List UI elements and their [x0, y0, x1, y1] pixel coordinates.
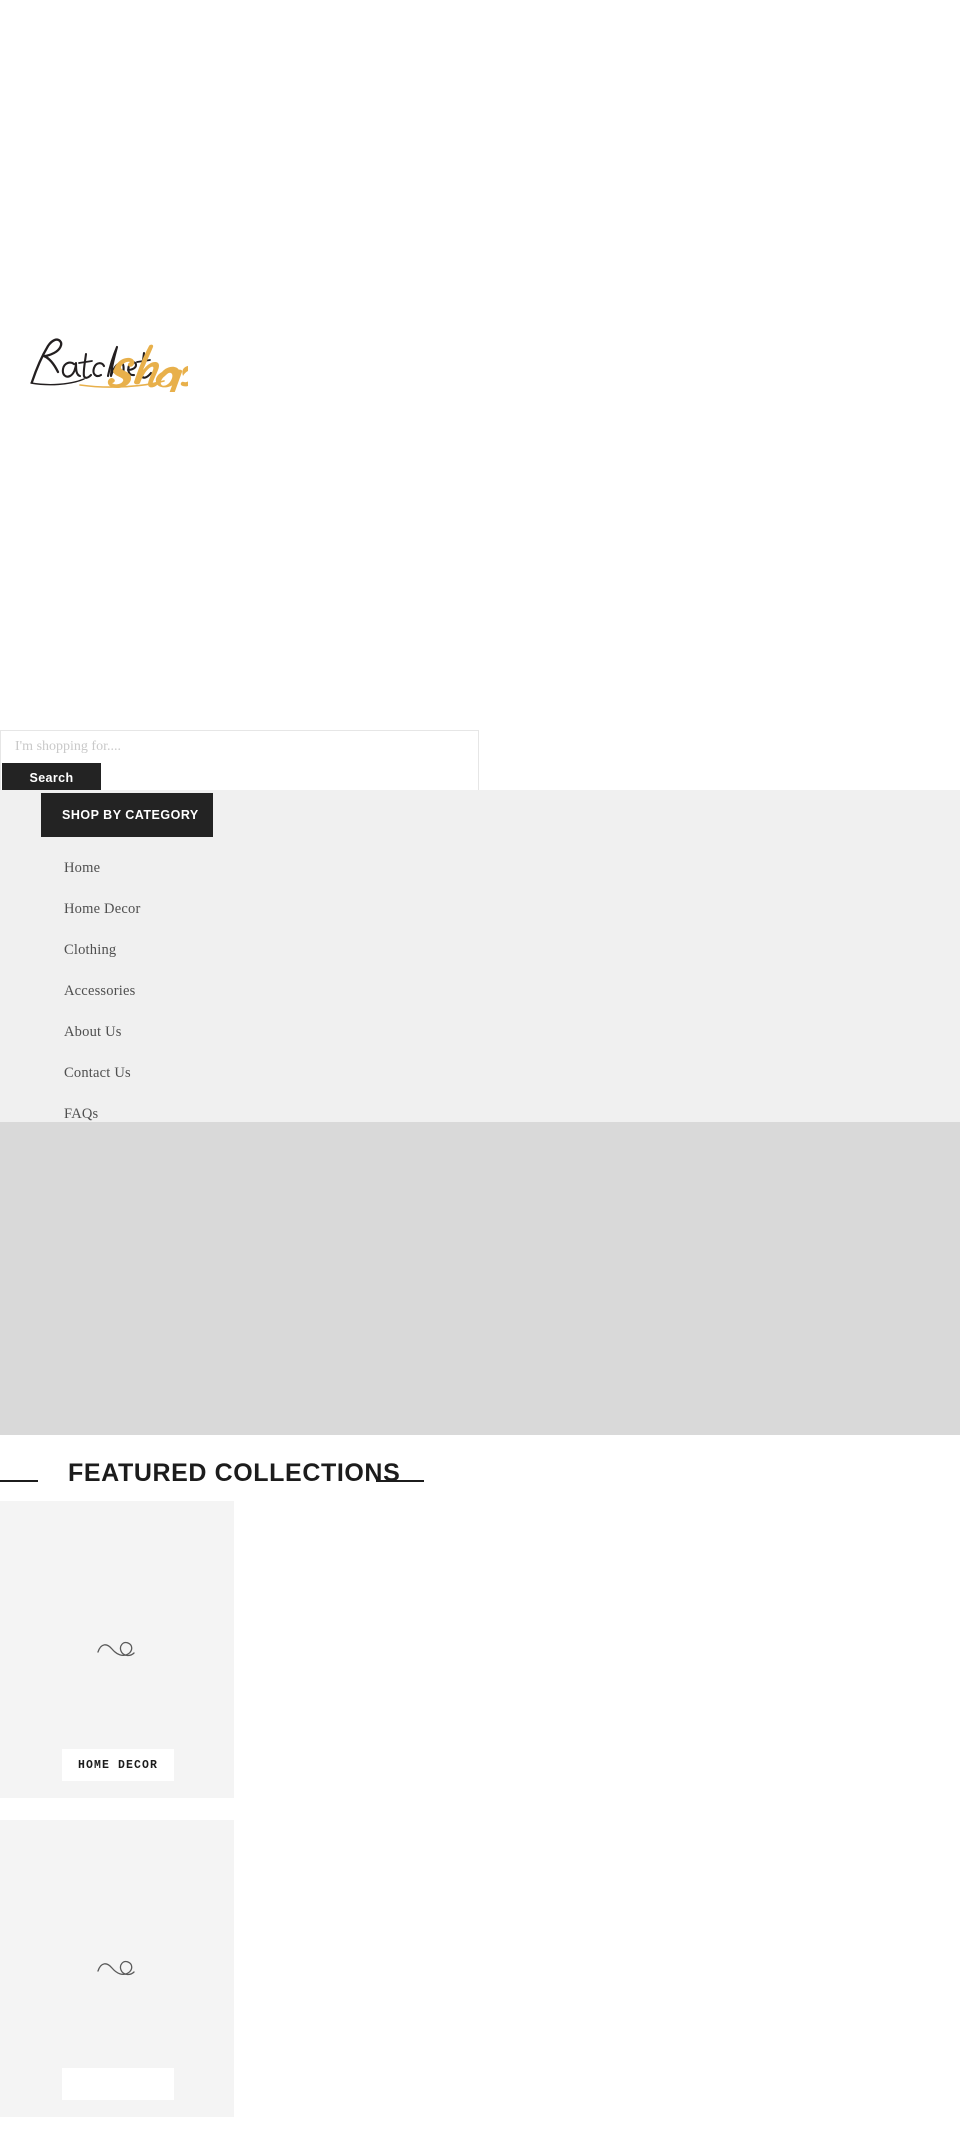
hero-banner-placeholder [0, 1122, 960, 1435]
loading-spinner-icon [94, 1953, 140, 1983]
loading-spinner-icon [94, 1634, 140, 1664]
featured-collections-title: FEATURED COLLECTIONS [68, 1459, 401, 1487]
shop-by-category-button[interactable]: SHOP BY CATEGORY [41, 793, 213, 837]
heading-rule-left-icon [0, 1480, 38, 1482]
featured-collections-section: FEATURED COLLECTIONS HOME DECOR [0, 1435, 960, 2117]
collection-card-label-button[interactable]: HOME DECOR [62, 1749, 174, 1781]
nav-link-clothing[interactable]: Clothing [64, 930, 116, 971]
search-area: Search [0, 730, 479, 792]
nav-item-clothing[interactable]: Clothing [0, 929, 960, 970]
nav-item-contact-us[interactable]: Contact Us [0, 1052, 960, 1093]
collection-card-label-button[interactable] [62, 2068, 174, 2100]
heading-rule-right-icon [376, 1480, 424, 1482]
nav-item-home[interactable]: Home [0, 847, 960, 888]
brand-logo-icon [30, 338, 199, 405]
collection-card[interactable] [0, 1820, 234, 2117]
nav-link-about-us[interactable]: About Us [64, 1012, 122, 1053]
nav-link-contact-us[interactable]: Contact Us [64, 1053, 131, 1094]
nav-link-home-decor[interactable]: Home Decor [64, 889, 140, 930]
collection-grid: HOME DECOR [0, 1501, 960, 2139]
nav-link-home[interactable]: Home [64, 848, 100, 889]
collection-card[interactable]: HOME DECOR [0, 1501, 234, 1798]
nav-item-accessories[interactable]: Accessories [0, 970, 960, 1011]
nav-item-about-us[interactable]: About Us [0, 1011, 960, 1052]
nav-link-accessories[interactable]: Accessories [64, 971, 135, 1012]
nav-item-home-decor[interactable]: Home Decor [0, 888, 960, 929]
brand-logo[interactable] [18, 330, 199, 405]
search-button[interactable]: Search [2, 763, 101, 792]
main-navigation: SHOP BY CATEGORY Home Home Decor Clothin… [0, 790, 960, 1122]
nav-list: Home Home Decor Clothing Accessories Abo… [0, 847, 960, 1134]
featured-heading-row: FEATURED COLLECTIONS [0, 1453, 440, 1493]
site-header: Search [0, 0, 960, 792]
